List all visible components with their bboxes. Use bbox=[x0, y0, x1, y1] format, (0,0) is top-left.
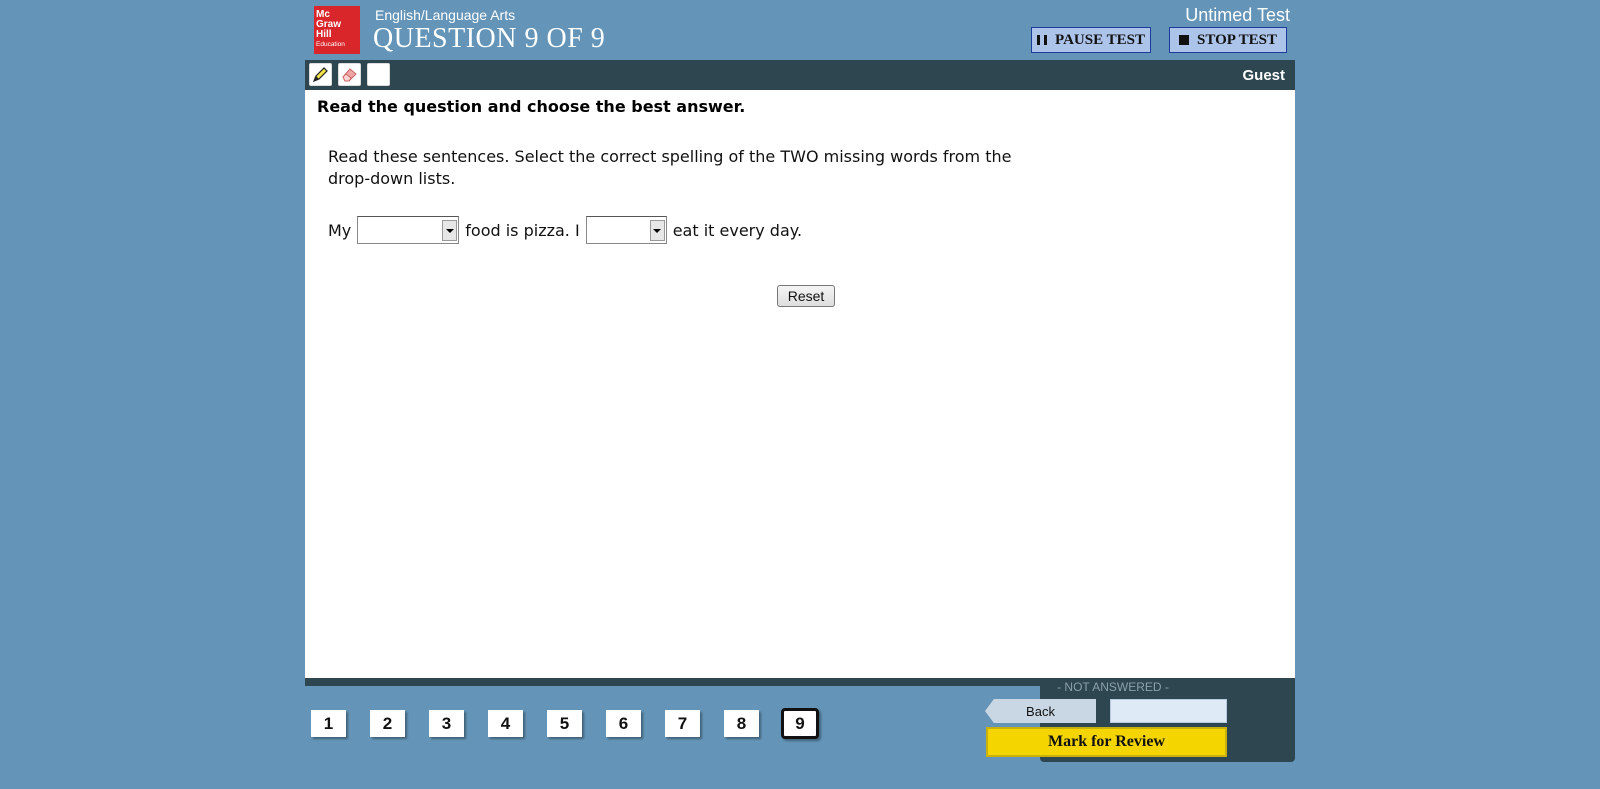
subject-label: English/Language Arts bbox=[375, 7, 516, 23]
sentence-part-2: food is pizza. I bbox=[465, 220, 580, 240]
user-name: Guest bbox=[1242, 67, 1285, 84]
chevron-down-icon[interactable] bbox=[649, 220, 665, 241]
logo-line-education: Education bbox=[316, 41, 345, 48]
question-instruction: Read the question and choose the best an… bbox=[317, 97, 746, 116]
highlighter-icon[interactable] bbox=[309, 63, 332, 86]
eraser-icon[interactable] bbox=[338, 63, 361, 86]
word-dropdown-2[interactable] bbox=[585, 216, 667, 244]
question-title: QUESTION 9 OF 9 bbox=[373, 23, 606, 54]
question-nav-2[interactable]: 2 bbox=[370, 710, 405, 737]
question-nav-7[interactable]: 7 bbox=[665, 710, 700, 737]
question-sentence: My food is pizza. I eat it every day. bbox=[328, 216, 802, 244]
tool-bar: Guest bbox=[305, 60, 1295, 90]
question-nav-4[interactable]: 4 bbox=[488, 710, 523, 737]
question-nav-1[interactable]: 1 bbox=[311, 710, 346, 737]
question-prompt: Read these sentences. Select the correct… bbox=[328, 147, 1012, 188]
logo-line-hill: Hill bbox=[316, 29, 332, 40]
question-panel: Read the question and choose the best an… bbox=[305, 90, 1295, 678]
question-nav-8[interactable]: 8 bbox=[724, 710, 759, 737]
stop-test-label: STOP TEST bbox=[1197, 31, 1277, 48]
answer-status: - NOT ANSWERED - bbox=[1057, 680, 1169, 694]
stop-icon bbox=[1179, 35, 1190, 45]
sentence-part-1: My bbox=[328, 220, 352, 240]
test-mode-label: Untimed Test bbox=[1185, 5, 1290, 25]
question-nav-5[interactable]: 5 bbox=[547, 710, 582, 737]
back-button[interactable]: Back bbox=[985, 699, 1096, 723]
stop-test-button[interactable]: STOP TEST bbox=[1169, 27, 1287, 53]
test-frame: Mc Graw Hill Education English/Language … bbox=[305, 0, 1295, 789]
pause-test-button[interactable]: PAUSE TEST bbox=[1031, 27, 1151, 53]
chevron-down-icon[interactable] bbox=[442, 220, 458, 241]
next-button[interactable] bbox=[1110, 699, 1227, 723]
sentence-part-3: eat it every day. bbox=[672, 220, 803, 240]
question-nav-3[interactable]: 3 bbox=[429, 710, 464, 737]
mcgraw-hill-logo: Mc Graw Hill Education bbox=[314, 6, 360, 54]
mark-for-review-button[interactable]: Mark for Review bbox=[986, 727, 1227, 757]
reset-button[interactable]: Reset bbox=[777, 285, 835, 307]
word-dropdown-1[interactable] bbox=[357, 216, 460, 244]
question-nav-9[interactable]: 9 bbox=[781, 708, 819, 739]
pause-test-label: PAUSE TEST bbox=[1055, 31, 1145, 48]
blank-tool-button[interactable] bbox=[367, 63, 390, 86]
question-nav-6[interactable]: 6 bbox=[606, 710, 641, 737]
pause-icon bbox=[1037, 35, 1048, 45]
